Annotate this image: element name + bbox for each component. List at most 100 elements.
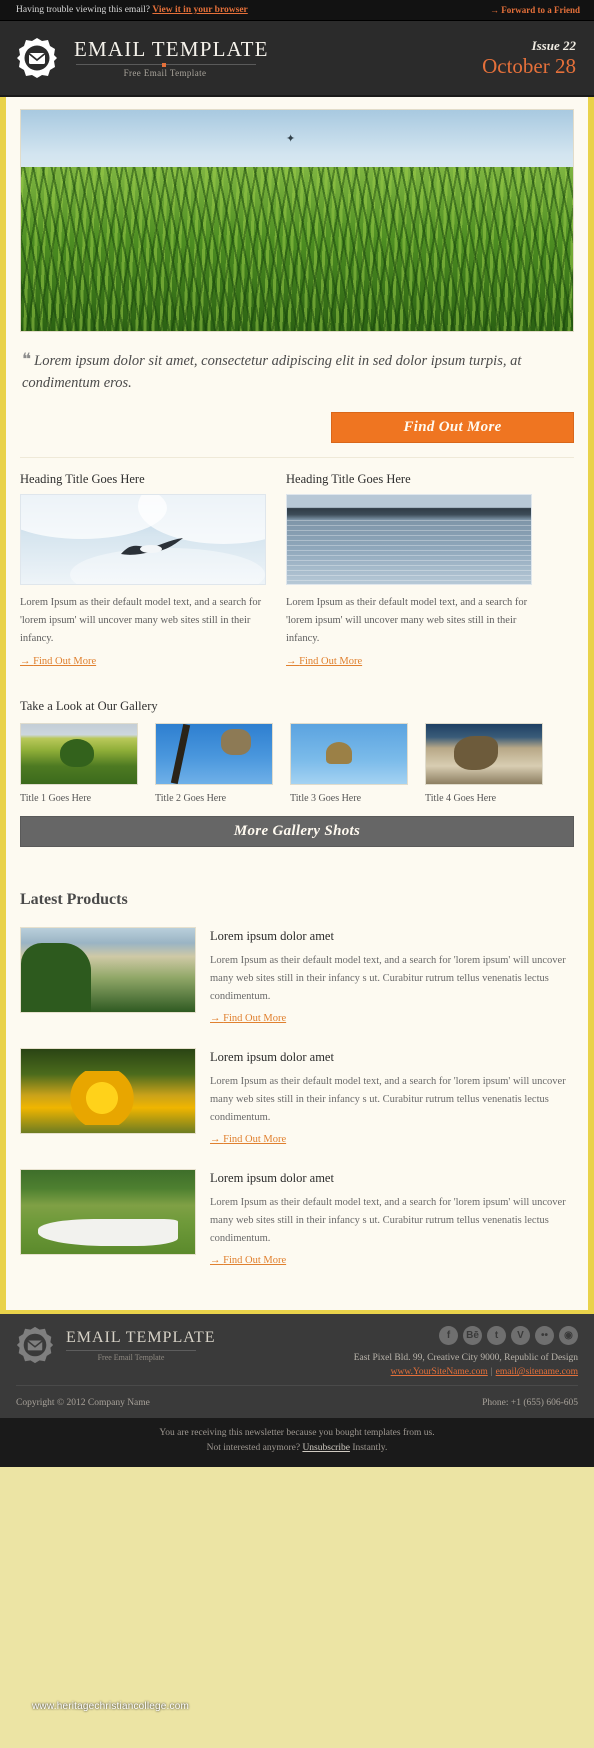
dried-flower-thumb[interactable] [290,722,408,785]
rss-icon[interactable]: ◉ [559,1326,578,1346]
gallery-item[interactable]: Title 4 Goes Here [425,722,543,804]
quote-text: Lorem ipsum dolor sit amet, consectetur … [22,353,522,391]
column-left: Heading Title Goes Here Lorem Ipsum as t… [20,472,266,669]
latest-products-title: Latest Products [20,890,128,908]
view-in-browser-link[interactable]: View it in your browser [152,5,247,15]
watermark-text: www.heritagechristiancollege.com [32,1701,190,1712]
gallery-row: Title 1 Goes Here Title 2 Goes Here Titl… [20,722,574,804]
yellow-flower-product-image[interactable] [20,1047,196,1134]
column-heading: Heading Title Goes Here [20,471,145,486]
product-link-label: Find Out More [223,1134,287,1146]
brand-subtitle: Free Email Template [123,68,207,79]
footer-address: East Pixel Bld. 99, Creative City 9000, … [353,1353,578,1364]
unsubscribe-link[interactable]: Unsubscribe [302,1443,350,1453]
footer-envelope-badge-icon [16,1326,54,1364]
product-row: Lorem ipsum dolor amet Lorem Ipsum as th… [20,1169,574,1290]
airplane-on-grass-product-image[interactable] [20,1169,196,1256]
hero-cta-row: Find Out More [20,400,574,458]
footer-links: www.YourSiteName.com | email@sitename.com [354,1367,578,1377]
legal-line-2-pre: Not interested anymore? [206,1443,301,1454]
behance-icon[interactable]: Bē [463,1326,482,1346]
footer-brand-text: EMAIL TEMPLATE Free Email Template [66,1329,216,1362]
sky-backdrop [21,494,265,584]
product-description: Lorem Ipsum as their default model text,… [210,1197,566,1245]
email-header: EMAIL TEMPLATE Free Email Template Issue… [0,21,594,97]
forward-to-friend-link[interactable]: Forward to a Friend [501,5,580,15]
product-find-out-more-link[interactable]: → Find Out More [210,1255,286,1266]
email-body-inner: ✦ ❝ Lorem ipsum dolor sit amet, consectet… [6,97,588,873]
email-body-frame: ✦ ❝ Lorem ipsum dolor sit amet, consectet… [0,97,594,1311]
product-row: Lorem ipsum dolor amet Lorem Ipsum as th… [20,1047,574,1169]
column-right: Heading Title Goes Here Lorem Ipsum as t… [286,472,532,669]
product-description: Lorem Ipsum as their default model text,… [210,954,566,1002]
preheader-right[interactable]: → Forward to a Friend [490,5,580,15]
product-find-out-more-link[interactable]: → Find Out More [210,1013,286,1024]
lake-shore-product-image[interactable] [20,926,196,1013]
vimeo-icon[interactable]: V [511,1326,530,1346]
product-body: Lorem ipsum dolor amet Lorem Ipsum as th… [210,927,574,1026]
footer-link-separator: | [490,1367,493,1378]
quote-mark-icon: ❝ [22,350,32,369]
product-link-label: Find Out More [223,1255,287,1267]
gallery-caption: Title 1 Goes Here [20,792,92,804]
gallery-item[interactable]: Title 2 Goes Here [155,722,273,804]
seagull-icon [120,537,183,555]
email-footer: EMAIL TEMPLATE Free Email Template f Bē … [0,1310,594,1419]
twitter-icon[interactable]: t [487,1326,506,1346]
trouble-text: Having trouble viewing this email? [16,5,151,15]
arrow-icon: → [490,5,499,15]
gallery-caption: Title 4 Goes Here [425,792,497,804]
envelope-badge-icon [16,37,58,79]
product-heading: Lorem ipsum dolor amet [210,1171,334,1186]
legal-line-2: Not interested anymore? Unsubscribe Inst… [16,1441,578,1456]
product-description: Lorem Ipsum as their default model text,… [210,1075,566,1124]
phone-text: Phone: +1 (655) 606-605 [482,1398,578,1409]
footer-top-row: EMAIL TEMPLATE Free Email Template f Bē … [16,1326,578,1377]
footer-brand-subtitle: Free Email Template [97,1352,165,1362]
find-out-more-button[interactable]: Find Out More [331,411,574,443]
email-link[interactable]: email@sitename.com [496,1367,578,1377]
flickr-icon[interactable]: •• [535,1326,554,1346]
column-link-label: Find Out More [299,655,363,667]
product-row: Lorem ipsum dolor amet Lorem Ipsum as th… [20,926,574,1048]
more-gallery-shots-button[interactable]: More Gallery Shots [20,815,574,847]
product-heading: Lorem ipsum dolor amet [210,1049,334,1064]
brand-title: EMAIL TEMPLATE [74,36,269,61]
branch-blue-sky-thumb[interactable] [155,722,273,785]
column-body: Lorem Ipsum as their default model text,… [20,596,262,645]
sea-horizon-image [286,493,532,585]
gallery-item[interactable]: Title 3 Goes Here [290,722,408,804]
product-link-label: Find Out More [223,1012,287,1024]
gallery-heading: Take a Look at Our Gallery [20,698,158,713]
issue-number: Issue 22 [531,37,576,53]
product-heading: Lorem ipsum dolor amet [210,928,334,943]
hero-image: ✦ [20,109,574,332]
sea-backdrop [287,494,531,584]
latest-products-section: Latest Products Lorem ipsum dolor amet L… [6,872,588,1311]
quote-section: ❝ Lorem ipsum dolor sit amet, consectetur… [20,332,574,400]
copyright-text: Copyright © 2012 Company Name [16,1398,150,1409]
email-page: Having trouble viewing this email? View … [0,0,594,1712]
seashell-thumb[interactable] [425,722,543,785]
footer-brand-divider [66,1349,196,1351]
preheader-left: Having trouble viewing this email? View … [16,5,248,15]
brand-divider [76,62,256,67]
column-find-out-more-link[interactable]: → Find Out More [20,656,96,667]
brand-block: EMAIL TEMPLATE Free Email Template [74,38,482,78]
product-body: Lorem ipsum dolor amet Lorem Ipsum as th… [210,1048,574,1147]
green-field-tree-thumb[interactable] [20,722,138,785]
preheader-bar: Having trouble viewing this email? View … [0,0,594,21]
footer-bottom-row: Copyright © 2012 Company Name Phone: +1 … [16,1385,578,1408]
section-spacer [20,846,574,873]
two-column-section: Heading Title Goes Here Lorem Ipsum as t… [20,458,574,673]
footer-brand-title: EMAIL TEMPLATE [66,1328,216,1346]
facebook-icon[interactable]: f [439,1326,458,1346]
website-link[interactable]: www.YourSiteName.com [391,1367,488,1377]
gallery-caption: Title 2 Goes Here [155,792,227,804]
column-find-out-more-link[interactable]: → Find Out More [286,656,362,667]
issue-date: October 28 [482,53,576,78]
gallery-item[interactable]: Title 1 Goes Here [20,722,138,804]
product-find-out-more-link[interactable]: → Find Out More [210,1134,286,1145]
column-heading: Heading Title Goes Here [286,471,411,486]
column-link-label: Find Out More [33,655,97,667]
